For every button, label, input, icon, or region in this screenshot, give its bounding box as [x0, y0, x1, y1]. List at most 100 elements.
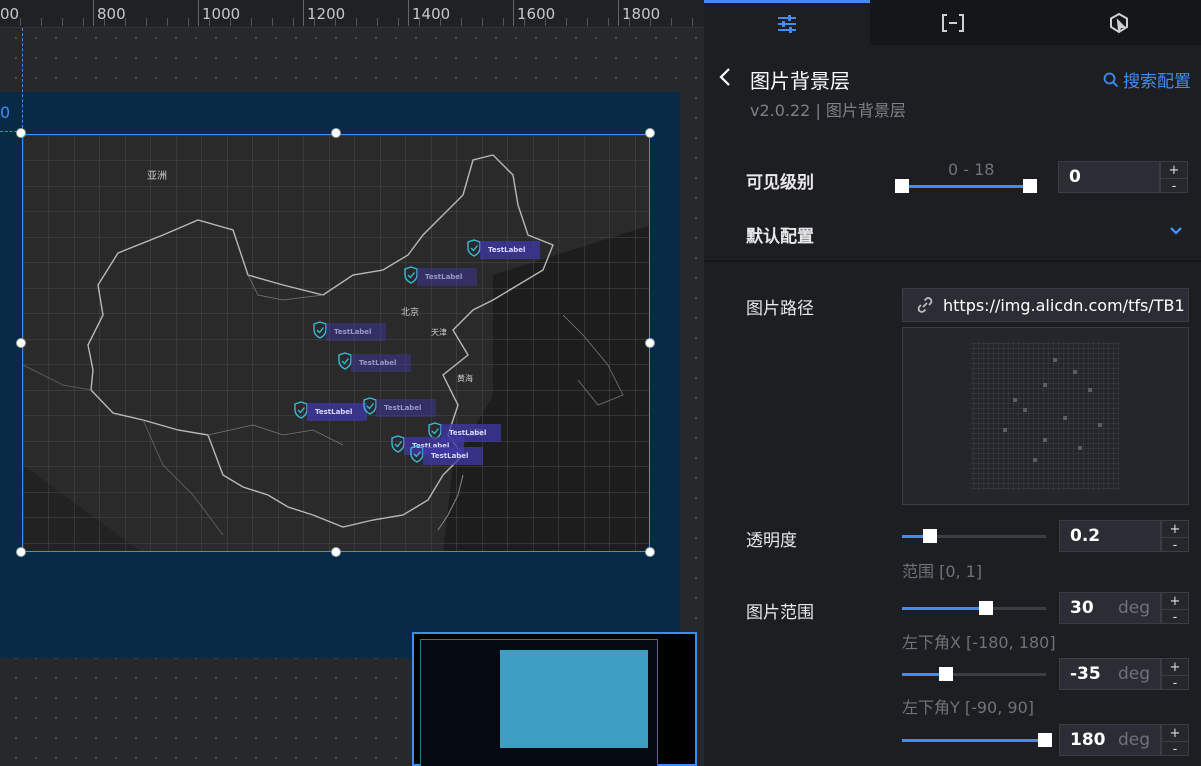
thumbnail-viewport[interactable]	[500, 650, 648, 748]
resize-handle-bottom-right[interactable]	[645, 547, 655, 557]
back-arrow-icon[interactable]	[718, 67, 732, 87]
ruler-minor-tick	[503, 18, 504, 26]
slider-thumb-max[interactable]	[1023, 179, 1037, 193]
range-x2-slider[interactable]	[902, 733, 1052, 747]
ruler-minor-tick	[104, 18, 105, 26]
decrement-button[interactable]: -	[1161, 178, 1187, 194]
shield-check-icon	[313, 321, 327, 339]
ruler-minor-tick	[146, 18, 147, 26]
ruler-label: 800	[97, 5, 126, 23]
ruler-label: 1000	[202, 5, 241, 23]
marker-label: TestLabel	[351, 354, 411, 372]
ruler-minor-tick	[356, 18, 357, 26]
range-x-slider[interactable]	[902, 601, 1046, 615]
map-region-label: 亚洲	[147, 171, 167, 182]
opacity-slider[interactable]	[902, 529, 1046, 543]
resize-handle-top-left[interactable]	[16, 128, 26, 138]
decrement-button[interactable]: -	[1162, 537, 1188, 553]
ruler-minor-tick	[461, 18, 462, 26]
map-city-label: 天津	[431, 328, 447, 337]
input-value: 0.2	[1070, 526, 1101, 546]
guide-label: 0	[0, 103, 11, 122]
ruler-label: 00	[0, 5, 20, 23]
shield-check-icon	[338, 352, 352, 370]
panel-header: 图片背景层 v2.0.22 | 图片背景层 搜索配置	[704, 45, 1201, 127]
map-city-label: 北京	[401, 308, 420, 318]
tab-style[interactable]	[704, 0, 870, 45]
map-widget[interactable]: 亚洲 北京 天津 黄海 上海 TestLabel TestLabel TestL…	[22, 134, 650, 552]
ruler-minor-tick	[62, 18, 63, 26]
tab-data[interactable]	[870, 0, 1036, 45]
ruler-tick	[93, 0, 94, 26]
ruler-minor-tick	[671, 18, 672, 26]
slider-fill	[902, 673, 942, 676]
visible-level-stepper: + -	[1160, 161, 1188, 194]
opacity-input[interactable]: 0.2	[1059, 520, 1161, 552]
pointer-icon	[1110, 12, 1128, 33]
input-value: 30	[1070, 598, 1094, 618]
ruler-label: 1800	[622, 5, 661, 23]
ruler-minor-tick	[167, 18, 168, 26]
image-preview[interactable]	[902, 327, 1189, 505]
visible-level-slider[interactable]	[895, 179, 1037, 193]
resize-handle-top-right[interactable]	[645, 128, 655, 138]
resize-handle-left[interactable]	[16, 338, 26, 348]
map-graphic	[23, 135, 649, 551]
slider-thumb[interactable]	[979, 601, 993, 615]
tab-interaction[interactable]	[1036, 0, 1201, 45]
slider-thumb[interactable]	[1038, 733, 1052, 747]
increment-button[interactable]: +	[1162, 593, 1188, 609]
ruler-minor-tick	[377, 18, 378, 26]
slider-thumb[interactable]	[939, 667, 953, 681]
panel-title: 图片背景层	[750, 69, 850, 93]
shield-check-icon	[410, 445, 424, 463]
shield-check-icon	[467, 239, 481, 257]
chevron-down-icon[interactable]	[1169, 226, 1183, 236]
ruler-minor-tick	[293, 18, 294, 26]
image-path-input[interactable]: https://img.alicdn.com/tfs/TB1	[902, 288, 1189, 322]
range-x-hint: 左下角X [-180, 180]	[902, 633, 1056, 652]
slider-thumb-min[interactable]	[895, 179, 909, 193]
ruler-minor-tick	[566, 18, 567, 26]
range-y-stepper: + -	[1161, 658, 1189, 691]
ruler-minor-tick	[482, 18, 483, 26]
resize-handle-bottom[interactable]	[331, 547, 341, 557]
ruler-tick	[513, 0, 514, 26]
decrement-button[interactable]: -	[1162, 741, 1188, 757]
ruler-minor-tick	[608, 18, 609, 26]
increment-button[interactable]: +	[1162, 521, 1188, 537]
increment-button[interactable]: +	[1161, 162, 1187, 178]
ruler-minor-tick	[440, 18, 441, 26]
panel-subtitle: v2.0.22 | 图片背景层	[750, 101, 906, 120]
range-x-input[interactable]: 30 deg	[1059, 592, 1161, 624]
range-y-slider[interactable]	[902, 667, 1046, 681]
range-x2-stepper: + -	[1161, 724, 1189, 757]
decrement-button[interactable]: -	[1162, 609, 1188, 625]
ruler-label: 1600	[517, 5, 556, 23]
ruler-minor-tick	[587, 18, 588, 26]
canvas-area[interactable]: 00 800 1000 1200 1400 1600 1800 0 亚洲 北京 …	[0, 0, 704, 766]
input-unit: deg	[1117, 664, 1150, 684]
range-x2-input[interactable]: 180 deg	[1059, 724, 1161, 756]
ruler-minor-tick	[629, 18, 630, 26]
increment-button[interactable]: +	[1162, 725, 1188, 741]
sliders-icon	[778, 15, 796, 33]
decrement-button[interactable]: -	[1162, 675, 1188, 691]
default-config-label: 默认配置	[746, 227, 814, 247]
range-y-hint: 左下角Y [-90, 90]	[902, 698, 1035, 717]
resize-handle-right[interactable]	[645, 338, 655, 348]
range-y-input[interactable]: -35 deg	[1059, 658, 1161, 690]
canvas-thumbnail[interactable]	[412, 632, 697, 766]
input-value: -35	[1070, 664, 1101, 684]
visible-level-input[interactable]: 0	[1058, 161, 1160, 193]
ruler-tick	[303, 0, 304, 26]
shield-check-icon	[363, 397, 377, 415]
slider-thumb[interactable]	[923, 529, 937, 543]
resize-handle-top[interactable]	[331, 128, 341, 138]
resize-handle-bottom-left[interactable]	[16, 547, 26, 557]
ruler-label: 1400	[412, 5, 451, 23]
search-config-button[interactable]: 搜索配置	[1103, 67, 1191, 92]
increment-button[interactable]: +	[1162, 659, 1188, 675]
shield-check-icon	[404, 266, 418, 284]
shield-check-icon	[294, 401, 308, 419]
